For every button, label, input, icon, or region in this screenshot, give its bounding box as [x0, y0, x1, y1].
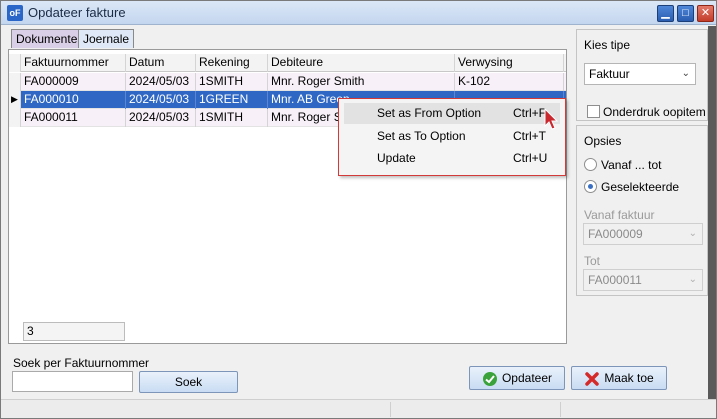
tab-dokumente[interactable]: Dokumente: [11, 29, 83, 48]
search-label: Soek per Faktuurnommer: [13, 356, 150, 370]
update-button[interactable]: Opdateer: [469, 366, 565, 390]
cell-rekening: 1SMITH: [196, 109, 268, 127]
cell-debiteure: Mnr. Roger Smith: [268, 73, 455, 91]
options-panel: Opsies Vanaf ... tot Geselekteerde Vanaf…: [576, 125, 708, 296]
to-invoice-value: FA000011: [588, 273, 642, 287]
from-invoice-label: Vanaf faktuur: [584, 208, 655, 222]
update-button-label: Opdateer: [501, 371, 553, 385]
cell-datum: 2024/05/03: [126, 109, 196, 127]
column-header-rekening[interactable]: Rekening: [196, 54, 268, 72]
checkmark-icon: [482, 371, 497, 386]
row-indicator: [9, 109, 21, 127]
cell-datum: 2024/05/03: [126, 91, 196, 109]
cell-verwysing: K-102: [455, 73, 564, 91]
title-bar[interactable]: oF Opdateer fakture ▁ □ ✕: [1, 1, 716, 25]
menu-item-set-to[interactable]: Set as To Option Ctrl+T: [344, 126, 560, 147]
selected-radio[interactable]: [584, 180, 597, 193]
menu-item-set-from[interactable]: Set as From Option Ctrl+F: [344, 103, 560, 124]
search-button[interactable]: Soek: [139, 371, 238, 393]
close-window-button[interactable]: ✕: [697, 5, 714, 22]
type-label: Kies tipe: [584, 38, 631, 52]
to-invoice-label: Tot: [584, 254, 601, 268]
search-input[interactable]: [12, 371, 133, 392]
selected-radio-label: Geselekteerde: [601, 180, 680, 194]
cell-faktuurnommer: FA000009: [21, 73, 126, 91]
suppress-checkbox[interactable]: [587, 105, 600, 118]
status-segment: [391, 402, 561, 417]
status-segment: [1, 402, 391, 417]
window-edge: [708, 26, 716, 418]
row-indicator: [9, 73, 21, 91]
context-menu: Set as From Option Ctrl+F Set as To Opti…: [338, 98, 566, 176]
tab-joernale[interactable]: Joernale: [78, 29, 135, 48]
red-x-icon: [585, 372, 600, 386]
menu-item-shortcut: Ctrl+F: [513, 106, 546, 120]
close-button-label: Maak toe: [604, 371, 654, 385]
table-row[interactable]: FA000009 2024/05/03 1SMITH Mnr. Roger Sm…: [9, 73, 566, 91]
options-title: Opsies: [584, 134, 622, 148]
chevron-down-icon: ⌄: [688, 274, 697, 285]
grid-header: Faktuurnommer Datum Rekening Debiteure V…: [9, 54, 566, 72]
menu-item-label: Set as From Option: [377, 106, 482, 120]
menu-item-label: Set as To Option: [377, 129, 466, 143]
type-select[interactable]: Faktuur ⌄: [584, 63, 696, 85]
range-radio[interactable]: [584, 158, 597, 171]
range-radio-label: Vanaf ... tot: [601, 158, 662, 172]
column-header-faktuurnommer[interactable]: Faktuurnommer: [21, 54, 126, 72]
column-header-debiteure[interactable]: Debiteure: [268, 54, 455, 72]
menu-item-shortcut: Ctrl+U: [513, 151, 548, 165]
invoice-grid[interactable]: Faktuurnommer Datum Rekening Debiteure V…: [8, 49, 567, 344]
close-button[interactable]: Maak toe: [571, 366, 667, 390]
menu-item-update[interactable]: Update Ctrl+U: [344, 148, 560, 169]
main-window: oF Opdateer fakture ▁ □ ✕ Dokumente Joer…: [0, 0, 717, 419]
status-bar: [1, 399, 716, 418]
mouse-pointer-icon: [544, 108, 559, 130]
chevron-down-icon: ⌄: [681, 68, 690, 79]
search-button-label: Soek: [174, 375, 203, 389]
cell-faktuurnommer: FA000011: [21, 109, 126, 127]
header-corner: [9, 54, 21, 72]
type-select-value: Faktuur: [589, 67, 630, 81]
cell-rekening: 1GREEN: [196, 91, 268, 109]
menu-item-label: Update: [377, 151, 416, 165]
suppress-label: Onderdruk oopitem: [603, 105, 706, 119]
type-panel: Kies tipe Faktuur ⌄ Onderdruk oopitem: [576, 29, 708, 121]
app-icon: oF: [7, 5, 23, 21]
minimize-button[interactable]: ▁: [657, 5, 674, 22]
column-header-datum[interactable]: Datum: [126, 54, 196, 72]
cell-datum: 2024/05/03: [126, 73, 196, 91]
record-count: 3: [23, 322, 125, 341]
current-row-arrow-icon: ▶: [9, 91, 21, 109]
window-title: Opdateer fakture: [28, 5, 126, 20]
from-invoice-select[interactable]: FA000009 ⌄: [583, 223, 703, 245]
cell-rekening: 1SMITH: [196, 73, 268, 91]
to-invoice-select[interactable]: FA000011 ⌄: [583, 269, 703, 291]
menu-item-shortcut: Ctrl+T: [513, 129, 546, 143]
from-invoice-value: FA000009: [588, 227, 643, 241]
column-header-verwysing[interactable]: Verwysing: [455, 54, 564, 72]
maximize-button[interactable]: □: [677, 5, 694, 22]
cell-faktuurnommer: FA000010: [21, 91, 126, 109]
chevron-down-icon: ⌄: [688, 228, 697, 239]
